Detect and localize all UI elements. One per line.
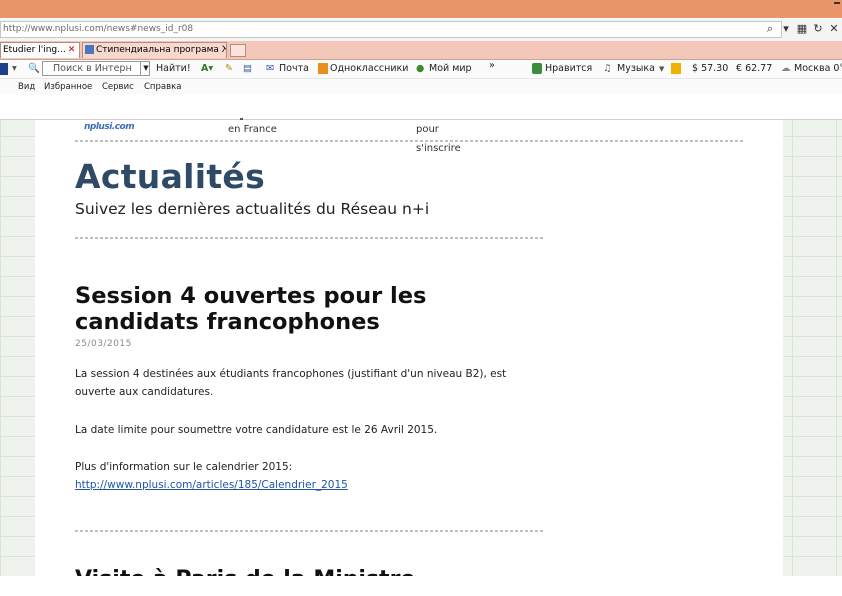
chevron-down-icon[interactable]: ▾: [12, 61, 17, 77]
header-dashed-rule: [75, 140, 745, 142]
article-title[interactable]: Session 4 ouvertes pour les candidats fr…: [75, 283, 475, 335]
eur-rate[interactable]: € 62.77: [736, 61, 772, 77]
highlighter-icon[interactable]: ✎: [225, 61, 233, 77]
paragraph-prefix: Plus d'information sur le calendrier 201…: [75, 461, 293, 473]
article-paragraph: La session 4 destinées aux étudiants fra…: [75, 368, 507, 398]
page-title: Actualités: [75, 157, 266, 196]
music-menu[interactable]: Музыка: [617, 61, 655, 77]
header-col2-line2[interactable]: s'inscrire: [416, 143, 461, 155]
tab-stipendia[interactable]: Стипендиальна програма Жа...: [82, 42, 227, 58]
favicon-icon: [85, 45, 94, 54]
page-subtitle: Suivez les dernières actualités du Résea…: [75, 200, 430, 218]
menu-help[interactable]: Справка: [144, 81, 181, 93]
more-button[interactable]: »: [489, 58, 495, 74]
chevron-down-icon[interactable]: ▾: [780, 22, 792, 36]
odnoklassniki-link[interactable]: Одноклассники: [330, 61, 408, 77]
mail-icon: ✉: [266, 63, 274, 74]
tab-etudier[interactable]: Etudier l'ing... ✕: [0, 42, 80, 58]
close-icon[interactable]: ✕: [828, 22, 840, 36]
bookmarks-icon[interactable]: ▤: [243, 61, 252, 77]
header-col1-text[interactable]: en France: [228, 124, 277, 136]
search-input[interactable]: Поиск в Интерн: [42, 61, 150, 76]
header-text-fragment: [240, 118, 243, 120]
menu-view[interactable]: Вид: [18, 81, 35, 93]
magnifier-icon: 🔍: [28, 63, 40, 74]
header-divider: [0, 119, 842, 120]
close-tab-icon[interactable]: ✕: [68, 45, 76, 55]
menu-favorites[interactable]: Избранное: [44, 81, 92, 93]
article-date: 25/03/2015: [75, 339, 132, 349]
translate-icon[interactable]: A▾: [201, 61, 213, 77]
odnoklassniki-icon: [318, 63, 328, 74]
calendar-link[interactable]: http://www.nplusi.com/articles/185/Calen…: [75, 479, 348, 491]
yandex-toolbar: ▾ 🔍 Поиск в Интерн ▼ Найти! A▾ ✎ ▤ ✉ Поч…: [0, 60, 842, 79]
chevron-down-icon[interactable]: ▼: [659, 61, 664, 77]
compat-view-icon[interactable]: ▦: [796, 22, 808, 36]
like-button[interactable]: Нравится: [545, 61, 592, 77]
tab-label: Etudier l'ing...: [3, 45, 66, 55]
article-divider: [75, 530, 545, 532]
player-icon: [671, 63, 681, 74]
bottom-band: [0, 576, 842, 596]
music-icon: ♫: [603, 63, 612, 74]
window-titlebar: [0, 0, 842, 18]
usd-rate[interactable]: $ 57.30: [692, 61, 728, 77]
minimize-icon[interactable]: [834, 2, 840, 4]
weather-widget[interactable]: Москва 0°: [794, 61, 842, 77]
url-input[interactable]: http://www.nplusi.com/news#news_id_r08: [0, 21, 782, 38]
like-icon: [532, 63, 542, 74]
next-article-title[interactable]: Visite à Paris de la Ministre....: [75, 567, 449, 576]
search-dropdown-icon[interactable]: ⌕: [764, 22, 776, 36]
site-header: [0, 96, 842, 120]
chevron-down-icon[interactable]: ▼: [140, 62, 151, 75]
address-bar: http://www.nplusi.com/news#news_id_r08 ⌕…: [0, 19, 842, 42]
new-tab-button[interactable]: [230, 44, 246, 57]
site-logo[interactable]: nplusi.com: [84, 122, 135, 132]
moimir-link[interactable]: Мой мир: [429, 61, 472, 77]
moimir-icon: ●: [416, 63, 425, 74]
article-paragraph: Plus d'information sur le calendrier 201…: [75, 458, 545, 494]
tab-label: Стипендиальна програма Жа...: [96, 45, 226, 55]
toolbar-logo-icon[interactable]: [0, 63, 8, 75]
refresh-icon[interactable]: ↻: [812, 22, 824, 36]
section-divider: [75, 237, 545, 239]
menu-tools[interactable]: Сервис: [102, 81, 134, 93]
menu-bar: Вид Избранное Сервис Справка: [0, 79, 842, 95]
weather-icon: ☁: [781, 63, 791, 74]
find-button[interactable]: Найти!: [156, 61, 191, 77]
article-paragraph: La date limite pour soumettre votre cand…: [75, 424, 438, 436]
mail-link[interactable]: Почта: [279, 61, 309, 77]
header-col2-line1[interactable]: pour: [416, 124, 439, 136]
tab-bar: Etudier l'ing... ✕ Стипендиальна програма…: [0, 41, 842, 60]
